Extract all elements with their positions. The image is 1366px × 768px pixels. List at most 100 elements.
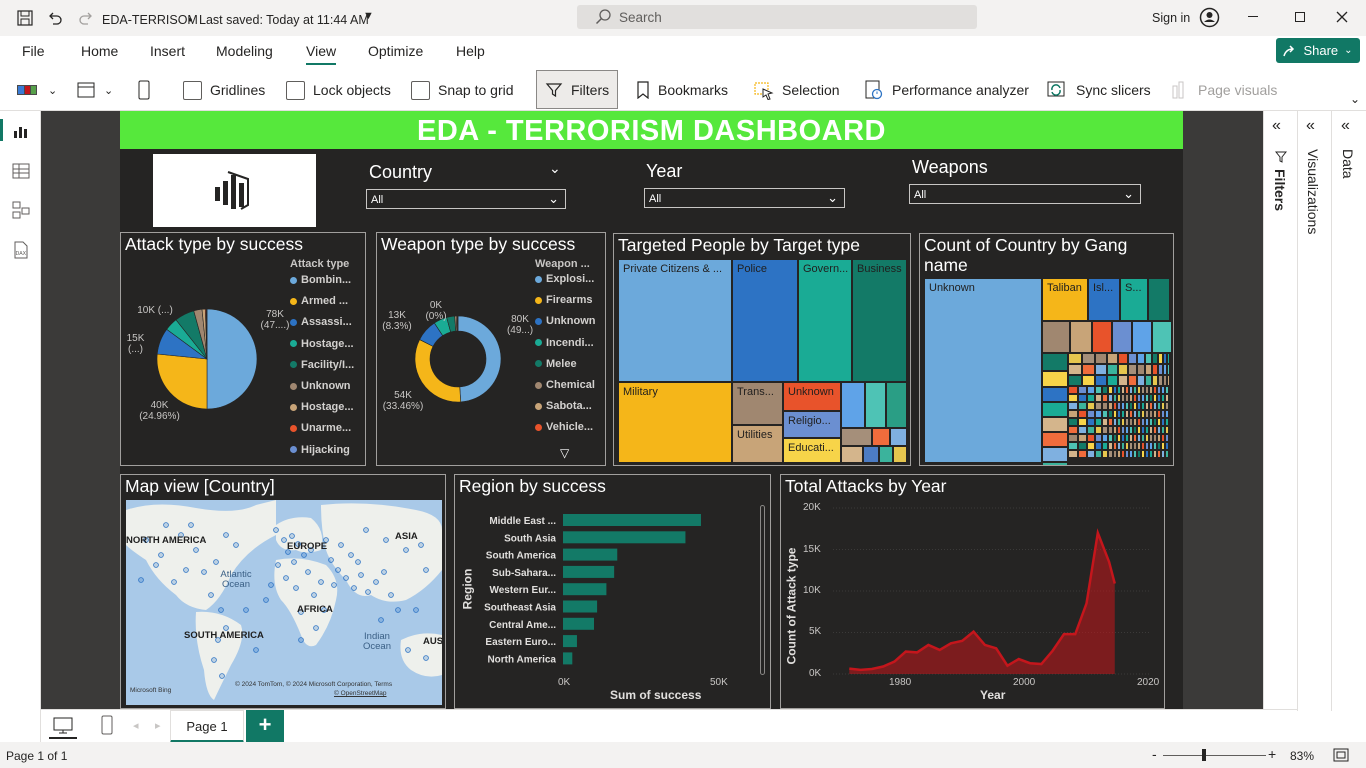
map-bubble[interactable] [201,569,207,575]
map-bubble[interactable] [358,572,364,578]
treemap-cell[interactable] [1095,410,1102,418]
year-slicer-dropdown[interactable]: All ⌄ [644,188,845,208]
map-bubble[interactable] [283,575,289,581]
targeted-people-treemap-visual[interactable]: Targeted People by Target type Private C… [613,233,911,466]
treemap-cell[interactable] [1068,434,1078,442]
treemap-cell[interactable] [1128,375,1137,386]
map-bubble[interactable] [423,567,429,573]
search-box[interactable]: Search [577,5,977,29]
map-bubble[interactable] [211,657,217,663]
treemap-cell[interactable] [1169,450,1171,458]
treemap-cell[interactable] [893,446,907,463]
map-bubble[interactable] [348,552,354,558]
map-bubble[interactable] [395,607,401,613]
map-bubble[interactable] [275,562,281,568]
treemap-cell[interactable] [1118,364,1128,375]
bar[interactable] [563,600,598,613]
menu-modeling[interactable]: Modeling [216,43,273,59]
map-bubble[interactable] [223,532,229,538]
legend-item[interactable]: Firearms [535,294,592,306]
map-bubble[interactable] [281,537,287,543]
model-view-icon[interactable] [11,200,31,220]
treemap-cell[interactable]: Govern... [798,259,852,382]
treemap-cell[interactable] [1087,394,1095,402]
map-bubble[interactable] [355,559,361,565]
vertical-scrollbar[interactable] [760,505,765,675]
treemap-cell[interactable] [1042,402,1068,417]
treemap-cell[interactable] [1087,386,1095,394]
treemap-cell[interactable] [1042,432,1068,447]
treemap-cell[interactable] [1078,450,1087,458]
mobile-layout-icon[interactable] [100,715,114,735]
undo-icon[interactable] [47,10,63,26]
map-bubble[interactable] [305,569,311,575]
map-bubble[interactable] [268,582,274,588]
scroll-tabs-left-icon[interactable]: ◂ [133,719,139,732]
treemap-cell[interactable] [1082,375,1095,386]
snap-to-grid-checkbox[interactable] [411,80,430,100]
map-osm-link[interactable]: © OpenStreetMap [334,690,386,697]
treemap-cell[interactable] [841,382,865,428]
bar[interactable] [563,583,607,596]
treemap-cell[interactable] [1169,418,1171,426]
fit-to-page-icon[interactable] [1333,748,1349,762]
treemap-cell[interactable] [1042,321,1070,353]
data-pane-label[interactable]: Data [1340,149,1356,179]
treemap-cell[interactable] [1068,364,1082,375]
map-bubble[interactable] [293,585,299,591]
map-bubble[interactable] [138,577,144,583]
treemap-cell[interactable]: Police [732,259,798,382]
treemap-cell[interactable] [1078,418,1087,426]
map-bubble[interactable] [208,592,214,598]
map-bubble[interactable] [413,607,419,613]
treemap-cell[interactable] [1167,353,1170,364]
sign-in-link[interactable]: Sign in [1152,11,1190,25]
treemap-cell[interactable] [886,382,907,428]
bar[interactable] [563,548,618,561]
themes-button[interactable]: ⌄ [16,76,57,104]
visualizations-pane-label[interactable]: Visualizations [1305,149,1321,234]
treemap-cell[interactable] [1068,450,1078,458]
treemap-cell[interactable] [1042,417,1068,432]
map-bubble[interactable] [378,617,384,623]
restore-icon[interactable] [1295,12,1305,22]
scroll-tabs-right-icon[interactable]: ▸ [155,719,161,732]
treemap-cell[interactable]: Unknown [783,382,841,411]
treemap-cell[interactable] [841,428,872,446]
map-bubble[interactable] [403,547,409,553]
total-attacks-area-visual[interactable]: Total Attacks by Year 20K 15K 10K 5K 0K … [780,474,1165,709]
bookmarks-button[interactable]: Bookmarks [636,76,728,104]
snap-to-grid-toggle[interactable]: Snap to grid [411,76,514,104]
treemap-cell[interactable] [1152,321,1172,353]
treemap-cell[interactable] [1145,375,1152,386]
treemap-cell[interactable] [1128,353,1137,364]
menu-home[interactable]: Home [81,43,118,59]
pie-slice[interactable] [206,309,257,409]
legend-item[interactable]: Unarme... [290,422,351,434]
treemap-cell[interactable]: Military [618,382,732,463]
treemap-cell[interactable] [1082,353,1095,364]
account-icon[interactable] [1199,7,1220,28]
legend-item[interactable]: Sabota... [535,400,592,412]
map-bubble[interactable] [311,592,317,598]
map-bubble[interactable] [335,567,341,573]
treemap-cell[interactable] [1169,434,1171,442]
menu-insert[interactable]: Insert [150,43,185,59]
map-bubble[interactable] [365,589,371,595]
title-dropdown-icon[interactable]: ▼ [363,10,374,22]
treemap-cell[interactable] [1068,410,1078,418]
bar[interactable] [563,514,701,526]
desktop-layout-icon[interactable] [52,717,74,735]
legend-item[interactable]: Assassi... [290,316,352,328]
chevron-down-icon[interactable]: ⌄ [549,160,561,177]
treemap-cell[interactable]: Trans... [732,382,783,425]
treemap-cell[interactable] [1145,353,1152,364]
treemap-cell[interactable]: Taliban [1042,278,1088,321]
map-bubble[interactable] [219,673,225,679]
map-bubble[interactable] [183,567,189,573]
treemap-cell[interactable] [1087,402,1095,410]
zoom-in-button[interactable]: + [1268,746,1276,762]
treemap-cell[interactable] [1087,426,1095,434]
treemap-cell[interactable] [1068,394,1078,402]
treemap-cell[interactable] [1169,442,1171,450]
